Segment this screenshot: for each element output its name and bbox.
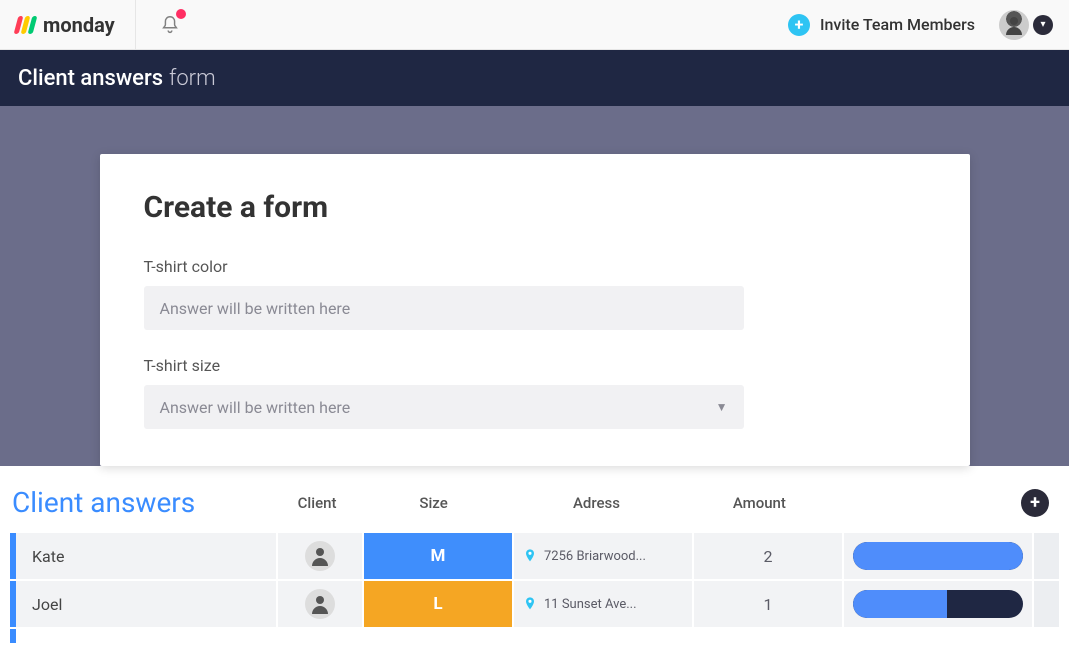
client-cell[interactable] <box>278 533 364 579</box>
board-panel: Client answers Client Size Adress Amount… <box>0 466 1069 643</box>
column-header-client[interactable]: Client <box>275 494 360 512</box>
tshirt-color-input[interactable]: Answer will be written here <box>144 286 744 330</box>
row-name-cell[interactable]: Joel <box>16 581 278 627</box>
field-label: T-shirt size <box>144 356 926 375</box>
input-placeholder: Answer will be written here <box>160 299 351 318</box>
plus-icon: + <box>788 14 810 36</box>
form-title: Create a form <box>144 190 926 225</box>
chevron-down-icon: ▼ <box>716 400 728 414</box>
chevron-down-icon: ▾ <box>1033 15 1053 35</box>
amount-cell[interactable]: 2 <box>694 533 844 579</box>
avatar-icon <box>999 10 1029 40</box>
location-pin-icon <box>522 596 538 612</box>
size-value: L <box>433 594 442 614</box>
table-row[interactable]: Kate M 7256 Briarwood... 2 <box>10 533 1059 581</box>
avatar-icon <box>305 541 335 571</box>
size-value: M <box>431 546 446 566</box>
size-cell[interactable]: M <box>364 533 514 579</box>
column-header-amount[interactable]: Amount <box>685 494 833 512</box>
avatar-icon <box>305 589 335 619</box>
address-cell[interactable]: 7256 Briarwood... <box>514 533 694 579</box>
progress-cell[interactable] <box>844 581 1034 627</box>
address-cell[interactable]: 11 Sunset Ave... <box>514 581 694 627</box>
progress-cell[interactable] <box>844 533 1034 579</box>
page-title-bar: Client answers form <box>0 50 1069 106</box>
row-name: Kate <box>32 547 64 566</box>
select-placeholder: Answer will be written here <box>160 398 351 417</box>
row-name: Joel <box>32 595 62 614</box>
progress-fill <box>853 542 1023 570</box>
address-text: 11 Sunset Ave... <box>544 597 637 612</box>
table-row[interactable]: Joel L 11 Sunset Ave... 1 <box>10 581 1059 629</box>
tshirt-size-select[interactable]: Answer will be written here ▼ <box>144 385 744 429</box>
table-row-stub <box>10 629 1059 643</box>
amount-value: 2 <box>764 547 773 566</box>
plus-icon: + <box>1030 492 1040 513</box>
notification-dot-icon <box>176 9 186 19</box>
page-title-main: Client answers <box>18 66 163 91</box>
notifications-button[interactable] <box>156 11 184 39</box>
location-pin-icon <box>522 548 538 564</box>
amount-value: 1 <box>764 595 773 614</box>
progress-bar <box>853 590 1023 618</box>
invite-label: Invite Team Members <box>820 15 975 34</box>
column-header-adress[interactable]: Adress <box>508 494 686 512</box>
row-trailing <box>1034 581 1059 627</box>
invite-team-members-button[interactable]: + Invite Team Members <box>788 14 975 36</box>
field-label: T-shirt color <box>144 257 926 276</box>
top-bar: monday + Invite Team Members ▾ <box>0 0 1069 50</box>
form-canvas: Create a form T-shirt color Answer will … <box>0 106 1069 466</box>
column-header-size[interactable]: Size <box>360 494 508 512</box>
board-header: Client answers Client Size Adress Amount… <box>10 486 1059 519</box>
client-cell[interactable] <box>278 581 364 627</box>
logo[interactable]: monday <box>16 0 136 49</box>
row-name-cell[interactable]: Kate <box>16 533 278 579</box>
profile-menu[interactable]: ▾ <box>999 10 1053 40</box>
progress-fill <box>853 590 947 618</box>
page-title-sub: form <box>169 66 216 91</box>
form-card: Create a form T-shirt color Answer will … <box>100 154 970 466</box>
size-cell[interactable]: L <box>364 581 514 627</box>
board-title: Client answers <box>10 486 275 519</box>
add-column-button[interactable]: + <box>1021 489 1049 517</box>
logo-mark-icon <box>16 16 37 34</box>
board-rows: Kate M 7256 Briarwood... 2 <box>10 533 1059 643</box>
form-field-tshirt-size: T-shirt size Answer will be written here… <box>144 356 926 429</box>
address-text: 7256 Briarwood... <box>544 549 646 564</box>
amount-cell[interactable]: 1 <box>694 581 844 627</box>
row-trailing <box>1034 533 1059 579</box>
progress-bar <box>853 542 1023 570</box>
brand-name: monday <box>43 13 115 37</box>
form-field-tshirt-color: T-shirt color Answer will be written her… <box>144 257 926 330</box>
